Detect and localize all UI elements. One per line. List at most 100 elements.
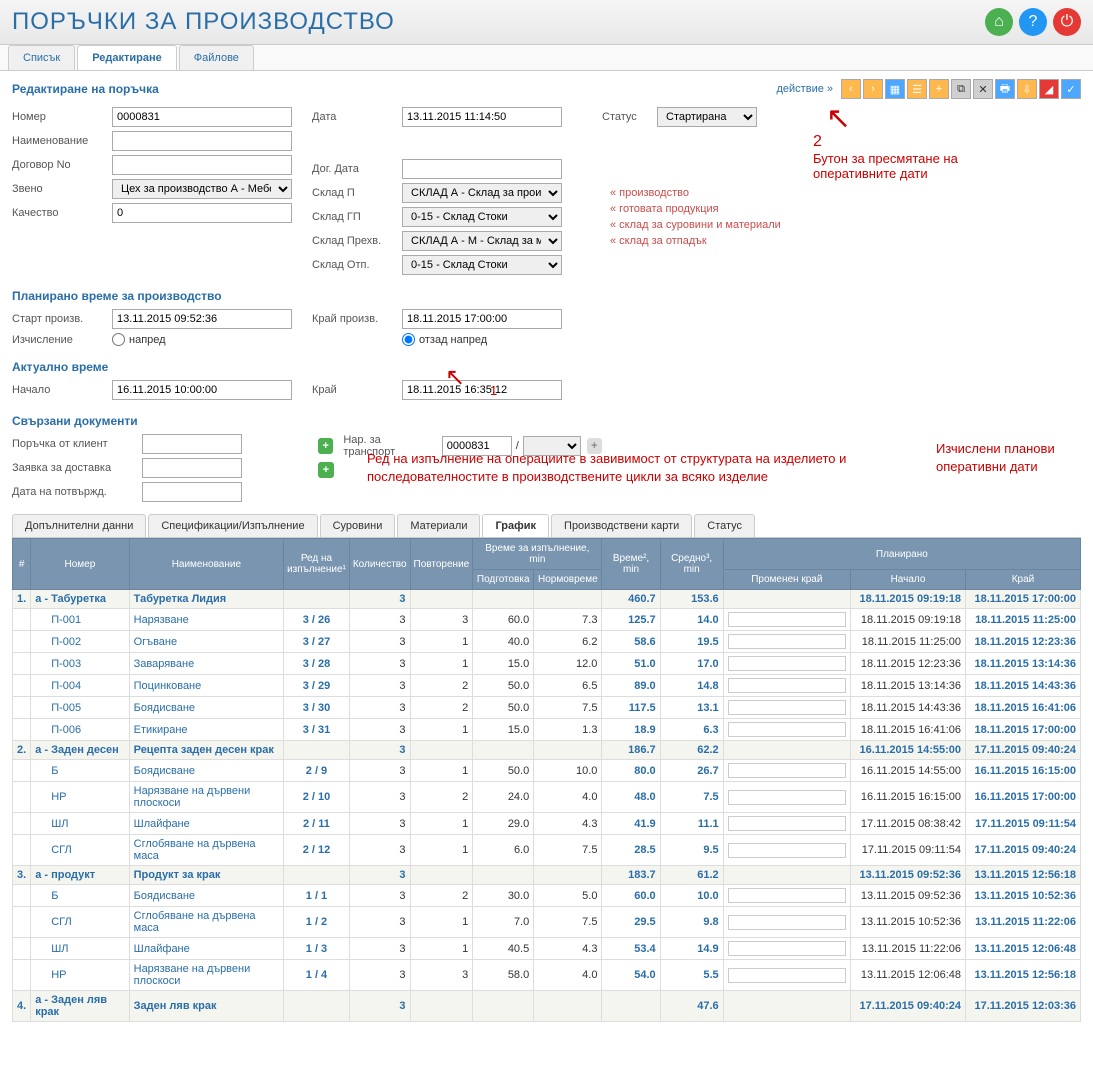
cancel-button[interactable]: ◢: [1039, 79, 1059, 99]
changed-end-input[interactable]: [728, 656, 846, 671]
itab-cards[interactable]: Производствени карти: [551, 514, 692, 537]
export-button[interactable]: ⇩: [1017, 79, 1037, 99]
quality-label: Качество: [12, 207, 112, 219]
changed-end-input[interactable]: [728, 790, 846, 805]
itab-spec[interactable]: Спецификации/Изпълнение: [148, 514, 317, 537]
actual-end-input[interactable]: [402, 380, 562, 400]
name-input[interactable]: [112, 131, 292, 151]
whgp-select[interactable]: 0-15 - Склад Стоки: [402, 207, 562, 227]
header-icons: ⌂ ? ⏻: [985, 8, 1081, 36]
changed-end-input[interactable]: [728, 968, 846, 983]
col-qty: Количество: [349, 539, 410, 590]
calc-dates-button[interactable]: ▦: [885, 79, 905, 99]
status-select[interactable]: Стартирана: [657, 107, 757, 127]
table-row[interactable]: 4.а - Заден ляв кракЗаден ляв крак347.61…: [13, 991, 1081, 1022]
contract-input[interactable]: [112, 155, 292, 175]
table-row[interactable]: 3.а - продуктПродукт за крак3183.761.213…: [13, 866, 1081, 885]
confirm-button[interactable]: ✓: [1061, 79, 1081, 99]
tab-list[interactable]: Списък: [8, 45, 75, 70]
planned-start-label: Старт произв.: [12, 313, 112, 325]
help-icon[interactable]: ?: [1019, 8, 1047, 36]
table-row[interactable]: НРНарязване на дървени плоскоси1 / 43358…: [13, 960, 1081, 991]
changed-end-input[interactable]: [728, 612, 846, 627]
delete-button[interactable]: ✕: [973, 79, 993, 99]
table-row[interactable]: НРНарязване на дървени плоскоси2 / 10322…: [13, 782, 1081, 813]
changed-end-input[interactable]: [728, 941, 846, 956]
list-button[interactable]: ☰: [907, 79, 927, 99]
date-input[interactable]: [402, 107, 562, 127]
changed-end-input[interactable]: [728, 763, 846, 778]
tab-edit[interactable]: Редактиране: [77, 45, 177, 70]
transport-select[interactable]: [523, 436, 581, 456]
main-tabs: Списък Редактиране Файлове: [0, 45, 1093, 71]
copy-button[interactable]: ⧉: [951, 79, 971, 99]
add-button[interactable]: +: [929, 79, 949, 99]
itab-raw[interactable]: Суровини: [320, 514, 396, 537]
contract-date-input[interactable]: [402, 159, 562, 179]
table-row[interactable]: СГЛСглобяване на дървена маса1 / 2317.07…: [13, 907, 1081, 938]
add-transport-button[interactable]: +: [318, 438, 333, 454]
table-row[interactable]: 2.а - Заден десенРецепта заден десен кра…: [13, 741, 1081, 760]
unit-select[interactable]: Цех за производство А - Мебел: [112, 179, 292, 199]
table-row[interactable]: ББоядисване2 / 93150.010.080.026.716.11.…: [13, 760, 1081, 782]
power-icon[interactable]: ⏻: [1053, 8, 1081, 36]
calc-backward-radio[interactable]: [402, 333, 415, 346]
calc-label: Изчисление: [12, 334, 112, 346]
changed-end-input[interactable]: [728, 722, 846, 737]
table-row[interactable]: П-004Поцинковане3 / 293250.06.589.014.81…: [13, 675, 1081, 697]
changed-end-input[interactable]: [728, 888, 846, 903]
table-row[interactable]: П-001Нарязване3 / 263360.07.3125.714.018…: [13, 609, 1081, 631]
quality-input[interactable]: [112, 203, 292, 223]
transport-no-input[interactable]: [442, 436, 512, 456]
table-row[interactable]: ББоядисване1 / 13230.05.060.010.013.11.2…: [13, 885, 1081, 907]
itab-graph[interactable]: График: [482, 514, 549, 537]
whotp-label: Склад Отп.: [312, 259, 402, 271]
changed-end-input[interactable]: [728, 678, 846, 693]
itab-status[interactable]: Статус: [694, 514, 755, 537]
changed-end-input[interactable]: [728, 915, 846, 930]
table-row[interactable]: П-005Боядисване3 / 303250.07.5117.513.11…: [13, 697, 1081, 719]
table-row[interactable]: СГЛСглобяване на дървена маса2 / 12316.0…: [13, 835, 1081, 866]
whotp-select[interactable]: 0-15 - Склад Стоки: [402, 255, 562, 275]
schedule-table: # Номер Наименование Ред на изпълнение¹ …: [12, 538, 1081, 1022]
changed-end-input[interactable]: [728, 634, 846, 649]
planned-end-input[interactable]: [402, 309, 562, 329]
changed-end-input[interactable]: [728, 843, 846, 858]
next-button[interactable]: ›: [863, 79, 883, 99]
itab-extra[interactable]: Допълнителни данни: [12, 514, 146, 537]
calc-forward-radio[interactable]: [112, 333, 125, 346]
print-button[interactable]: 🖶: [995, 79, 1015, 99]
whp-label: Склад П: [312, 187, 402, 199]
client-order-label: Поръчка от клиент: [12, 438, 142, 450]
table-row[interactable]: П-003Заваряване3 / 283115.012.051.017.01…: [13, 653, 1081, 675]
whprex-select[interactable]: СКЛАД А - М - Склад за матери: [402, 231, 562, 251]
prev-button[interactable]: ‹: [841, 79, 861, 99]
col-idx: #: [13, 539, 31, 590]
changed-end-input[interactable]: [728, 816, 846, 831]
action-menu[interactable]: действие »: [777, 83, 834, 95]
table-row[interactable]: П-006Етикиране3 / 313115.01.318.96.318.1…: [13, 719, 1081, 741]
client-order-input[interactable]: [142, 434, 242, 454]
col-planned-group: Планирано: [723, 539, 1080, 570]
col-time-group: Време за изпълнение, min: [473, 539, 602, 570]
tab-files[interactable]: Файлове: [179, 45, 254, 70]
confirm-date-input[interactable]: [142, 482, 242, 502]
col-end: Край: [966, 570, 1081, 590]
number-input[interactable]: [112, 107, 292, 127]
whprex-label: Склад Прехв.: [312, 235, 402, 247]
actual-start-input[interactable]: [112, 380, 292, 400]
add-transport-row-button[interactable]: +: [587, 438, 602, 454]
itab-mat[interactable]: Материали: [397, 514, 480, 537]
whp-select[interactable]: СКЛАД А - Склад за производс: [402, 183, 562, 203]
table-row[interactable]: ШЛШлайфане2 / 113129.04.341.911.117.11.2…: [13, 813, 1081, 835]
table-row[interactable]: П-002Огъване3 / 273140.06.258.619.518.11…: [13, 631, 1081, 653]
table-row[interactable]: 1.а - ТабуреткаТабуретка Лидия3460.7153.…: [13, 590, 1081, 609]
add-delivery-button[interactable]: +: [318, 462, 334, 478]
delivery-req-input[interactable]: [142, 458, 242, 478]
table-row[interactable]: ШЛШлайфане1 / 33140.54.353.414.913.11.20…: [13, 938, 1081, 960]
col-start: Начало: [851, 570, 966, 590]
changed-end-input[interactable]: [728, 700, 846, 715]
contract-date-label: Дог. Дата: [312, 163, 402, 175]
planned-start-input[interactable]: [112, 309, 292, 329]
home-icon[interactable]: ⌂: [985, 8, 1013, 36]
